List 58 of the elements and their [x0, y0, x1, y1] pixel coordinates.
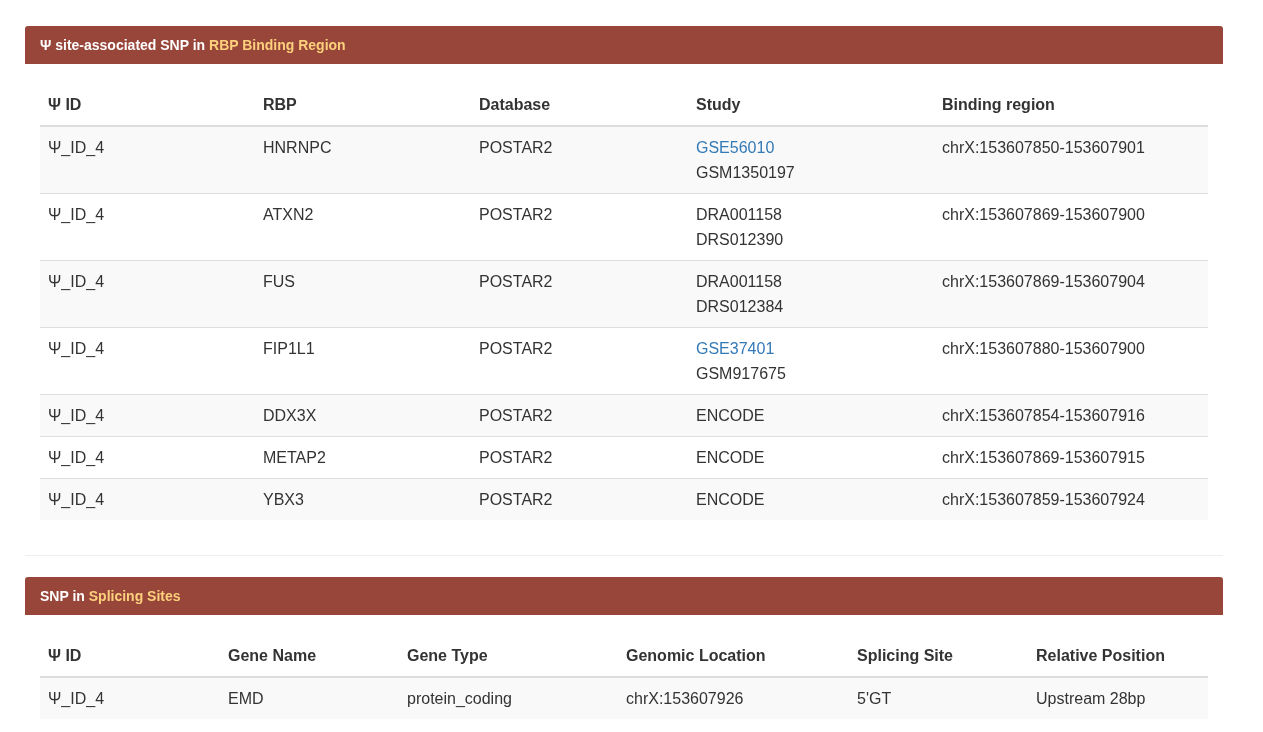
- table-cell-text: chrX:153607880-153607900: [942, 340, 1145, 357]
- table-cell-text: chrX:153607859-153607924: [942, 491, 1145, 508]
- table-cell-text: METAP2: [263, 449, 326, 466]
- table-cell-text: POSTAR2: [479, 340, 553, 357]
- column-header: Ψ ID: [48, 96, 82, 113]
- study-link[interactable]: GSE37401: [696, 340, 775, 357]
- table-cell-text: POSTAR2: [479, 407, 553, 424]
- table-cell-text: DRS012384: [696, 298, 784, 315]
- table-cell-text: 5'GT: [857, 690, 892, 707]
- table-cell-text: POSTAR2: [479, 449, 553, 466]
- table-cell-text: chrX:153607850-153607901: [942, 139, 1145, 156]
- table-cell-text: Ψ_ID_4: [48, 139, 105, 156]
- table-cell-text: EMD: [228, 690, 264, 707]
- study-link[interactable]: GSE56010: [696, 139, 775, 156]
- column-header: Binding region: [942, 96, 1055, 113]
- column-header: RBP: [263, 96, 297, 113]
- table-cell-text: DRS012390: [696, 231, 784, 248]
- column-header: Genomic Location: [626, 647, 766, 664]
- table-cell-text: ENCODE: [696, 491, 765, 508]
- table-cell-text: POSTAR2: [479, 206, 553, 223]
- table-cell-text: POSTAR2: [479, 491, 553, 508]
- table-cell-text: GSM1350197: [696, 164, 795, 181]
- panel-title: Ψ site-associated SNP in RBP Binding Region: [40, 35, 346, 55]
- column-header: Ψ ID: [48, 647, 82, 664]
- table-cell-text: chrX:153607869-153607904: [942, 273, 1145, 290]
- panel-title: SNP in Splicing Sites: [40, 586, 181, 606]
- table-cell-text: Ψ_ID_4: [48, 273, 105, 290]
- column-header: Database: [479, 96, 551, 113]
- table-cell-text: GSM917675: [696, 365, 786, 382]
- table-cell-text: Ψ_ID_4: [48, 690, 105, 707]
- table-cell-text: YBX3: [263, 491, 304, 508]
- table-cell-text: POSTAR2: [479, 139, 553, 156]
- table-cell-text: FIP1L1: [263, 340, 315, 357]
- table-cell-text: ENCODE: [696, 407, 765, 424]
- table-cell-text: Ψ_ID_4: [48, 407, 105, 424]
- table-cell-text: DRA001158: [696, 273, 782, 290]
- table-cell-text: ENCODE: [696, 449, 765, 466]
- table-cell-text: Ψ_ID_4: [48, 206, 105, 223]
- column-header: Relative Position: [1036, 647, 1165, 664]
- table-cell-text: HNRNPC: [263, 139, 332, 156]
- table-cell-text: POSTAR2: [479, 273, 553, 290]
- column-header: Gene Type: [407, 647, 488, 664]
- table-cell-text: Ψ_ID_4: [48, 491, 105, 508]
- table-cell-text: Ψ_ID_4: [48, 340, 105, 357]
- table-cell-text: DDX3X: [263, 407, 317, 424]
- table-cell-text: chrX:153607854-153607916: [942, 407, 1145, 424]
- table-cell-text: protein_coding: [407, 690, 512, 707]
- table-cell-text: chrX:153607869-153607900: [942, 206, 1145, 223]
- table-cell-text: ATXN2: [263, 206, 314, 223]
- table-cell-text: FUS: [263, 273, 295, 290]
- table-cell-text: DRA001158: [696, 206, 782, 223]
- table-cell-text: chrX:153607869-153607915: [942, 449, 1145, 466]
- table-cell-text: Ψ_ID_4: [48, 449, 105, 466]
- column-header: Gene Name: [228, 647, 317, 664]
- table-cell-text: Upstream 28bp: [1036, 690, 1146, 707]
- column-header: Study: [696, 96, 741, 113]
- table-cell-text: chrX:153607926: [626, 690, 744, 707]
- column-header: Splicing Site: [857, 647, 953, 664]
